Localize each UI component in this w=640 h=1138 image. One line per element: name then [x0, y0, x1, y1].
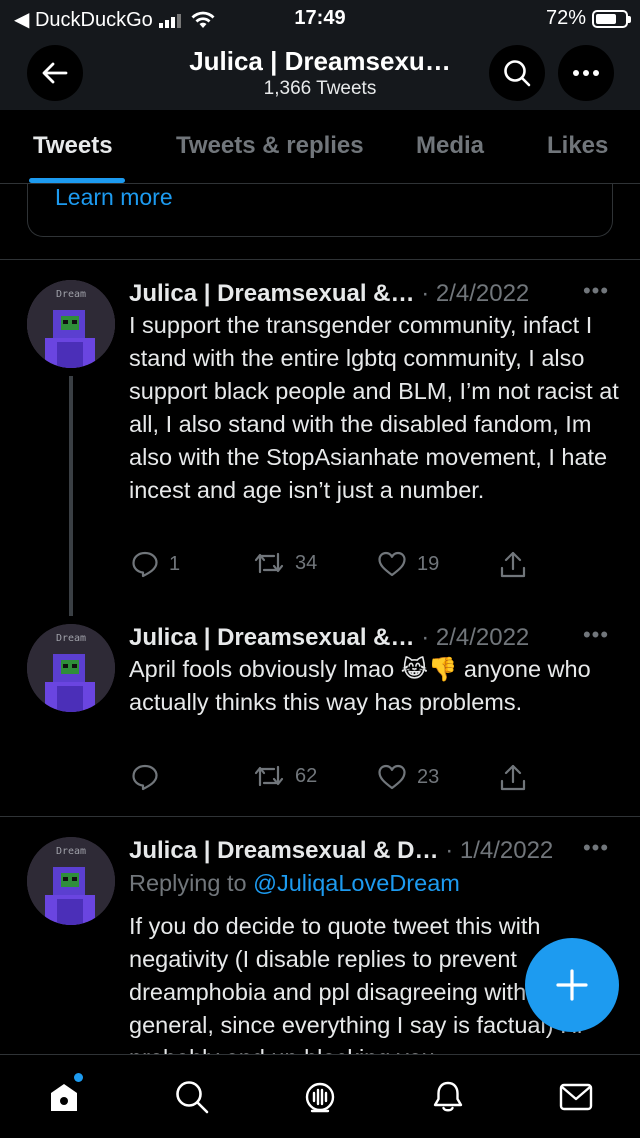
tab-tweets-and-replies[interactable]: Tweets & replies — [176, 132, 364, 160]
share-icon — [500, 764, 526, 791]
tweet-more-icon[interactable]: ••• — [580, 278, 612, 304]
avatar-text: Dream — [56, 633, 86, 644]
more-horizontal-icon — [573, 70, 599, 76]
arrow-left-icon — [42, 62, 68, 84]
tweet-text: I support the transgender community, inf… — [129, 312, 619, 503]
status-bar: ◀ DuckDuckGo 17:49 72% — [0, 0, 640, 36]
learn-more-link[interactable]: Learn more — [55, 184, 173, 211]
replying-to-label: Replying to — [129, 870, 254, 896]
avatar-text: Dream — [56, 289, 86, 300]
tweet-text: April fools obviously lmao 😹👎 anyone who… — [129, 656, 591, 715]
home-icon — [51, 1084, 77, 1111]
nav-notifications[interactable] — [424, 1073, 472, 1121]
more-button[interactable] — [558, 45, 614, 101]
status-right: 72% — [545, 7, 631, 30]
reply-count: 1 — [169, 552, 181, 575]
spaces-icon — [305, 1082, 335, 1113]
active-tab-indicator — [29, 178, 125, 183]
nav-home[interactable] — [40, 1073, 88, 1121]
share-button[interactable] — [499, 550, 527, 580]
avatar-image: Dream — [27, 837, 115, 925]
compose-tweet-button[interactable] — [525, 938, 619, 1032]
tab-tweets[interactable]: Tweets — [33, 132, 113, 160]
replying-to-line: Replying to @JuliqaLoveDream — [129, 867, 619, 900]
back-button[interactable] — [27, 45, 83, 101]
share-button[interactable] — [499, 763, 527, 793]
thread-line — [69, 376, 73, 616]
search-button[interactable] — [489, 45, 545, 101]
reply-button[interactable]: 1 — [131, 550, 180, 578]
tweet-author[interactable]: Julica | Dreamsexual &… · 2/4/2022 — [129, 280, 529, 308]
like-button[interactable]: 23 — [377, 763, 439, 791]
like-button[interactable]: 19 — [377, 550, 439, 578]
profile-title: Julica | Dreamsexu… — [189, 46, 451, 76]
tweet-date[interactable]: · 2/4/2022 — [421, 624, 529, 651]
messages-icon — [559, 1083, 593, 1111]
share-icon — [500, 551, 526, 578]
search-icon — [504, 60, 531, 87]
tweet-more-icon[interactable]: ••• — [580, 835, 612, 861]
reply-icon — [132, 551, 158, 578]
tweet[interactable]: Dream Julica | Dreamsexual &… · 2/4/2022… — [0, 604, 640, 816]
profile-header: Julica | Dreamsexu… 1,366 Tweets — [0, 36, 640, 110]
like-count: 23 — [417, 765, 440, 788]
nav-spaces[interactable] — [296, 1073, 344, 1121]
battery-level — [596, 13, 617, 24]
tab-media[interactable]: Media — [416, 132, 484, 160]
heart-icon — [378, 551, 406, 577]
tweet[interactable]: Dream Julica | Dreamsexual &… · 2/4/2022… — [0, 260, 640, 616]
notifications-icon — [433, 1081, 463, 1112]
tweet-author[interactable]: Julica | Dreamsexual &… · 2/4/2022 — [129, 624, 529, 652]
retweet-button[interactable]: 62 — [253, 763, 317, 789]
tweet-count: 1,366 Tweets — [263, 78, 377, 99]
profile-tabs: Tweets Tweets & replies Media Likes — [0, 110, 640, 184]
battery-icon — [592, 9, 631, 28]
battery-percent: 72% — [545, 7, 586, 29]
retweet-count: 62 — [295, 764, 318, 787]
reply-handle-link[interactable]: @JuliqaLoveDream — [253, 870, 460, 896]
previous-card: Learn more — [27, 184, 613, 237]
tweet-date[interactable]: · 2/4/2022 — [421, 280, 529, 307]
nav-search[interactable] — [168, 1073, 216, 1121]
tweet-actions: 1 34 19 — [129, 550, 549, 582]
tweet-author[interactable]: Julica | Dreamsexual & D… · 1/4/2022 — [129, 837, 553, 865]
reply-icon — [132, 764, 158, 791]
retweet-count: 34 — [295, 551, 318, 574]
tab-likes[interactable]: Likes — [547, 132, 608, 160]
tweet-actions: 62 23 — [129, 763, 549, 795]
nav-messages[interactable] — [552, 1073, 600, 1121]
heart-icon — [378, 764, 406, 790]
author-name[interactable]: Julica | Dreamsexual & D… — [129, 837, 439, 864]
notification-dot — [74, 1073, 83, 1082]
like-count: 19 — [417, 552, 440, 575]
avatar[interactable]: Dream — [27, 280, 115, 368]
status-time: 17:49 — [294, 7, 346, 29]
avatar-image: Dream — [27, 624, 115, 712]
tweet-date[interactable]: · 1/4/2022 — [445, 837, 553, 864]
retweet-button[interactable]: 34 — [253, 550, 317, 576]
tweet-more-icon[interactable]: ••• — [580, 622, 612, 648]
reply-button[interactable] — [131, 763, 169, 791]
avatar-image: Dream — [27, 280, 115, 368]
avatar[interactable]: Dream — [27, 837, 115, 925]
author-name[interactable]: Julica | Dreamsexual &… — [129, 624, 415, 651]
retweet-icon — [254, 765, 284, 787]
avatar[interactable]: Dream — [27, 624, 115, 712]
avatar-text: Dream — [56, 846, 86, 857]
search-icon — [176, 1081, 209, 1114]
author-name[interactable]: Julica | Dreamsexual &… — [129, 280, 415, 307]
retweet-icon — [254, 552, 284, 574]
plus-icon — [556, 969, 588, 1001]
bottom-navigation — [0, 1054, 640, 1138]
